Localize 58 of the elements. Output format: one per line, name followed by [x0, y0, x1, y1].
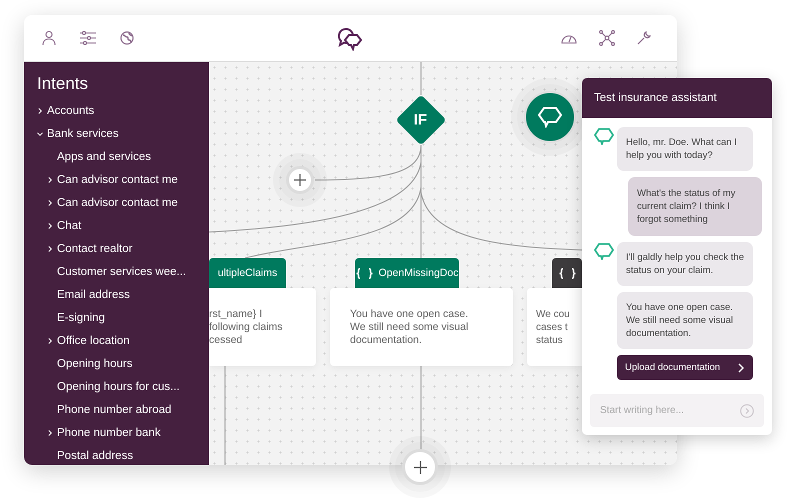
- chevron-right-icon[interactable]: [48, 246, 52, 252]
- card-text: You have one open case. We still need some visual documentation.: [350, 308, 470, 347]
- card-header[interactable]: [552, 258, 582, 288]
- card-text: rst_name} I following claims cessed: [209, 308, 284, 347]
- chevron-right-icon[interactable]: [48, 200, 52, 206]
- intent-item[interactable]: Bank services: [37, 122, 209, 145]
- user-message: What's the status of my current claim? I think I forgot something: [628, 177, 762, 236]
- intent-item[interactable]: Chat: [37, 214, 209, 237]
- bot-message: Hello, mr. Doe. What can I help you with today?: [617, 127, 753, 171]
- chevron-right-icon[interactable]: [48, 430, 52, 436]
- chat-title: Test insurance assistant: [594, 92, 717, 104]
- intent-item[interactable]: Apps and services: [37, 145, 209, 168]
- intent-item[interactable]: Postal address: [37, 444, 209, 465]
- chevron-right-icon[interactable]: [48, 176, 52, 182]
- intent-item[interactable]: Email address: [37, 283, 209, 306]
- bot-message: I'll galdly help you check the status on your claim.: [617, 242, 753, 286]
- card-header[interactable]: ultipleClaims: [209, 258, 286, 288]
- intent-item[interactable]: Phone number abroad: [37, 398, 209, 421]
- braces-icon: [558, 268, 576, 278]
- message-card[interactable]: rst_name} I following claims cessed: [209, 288, 316, 366]
- intent-item[interactable]: Office location: [37, 329, 209, 352]
- chevron-right-icon: [738, 362, 744, 372]
- sliders-icon[interactable]: [80, 31, 96, 45]
- connector-line: [420, 62, 422, 96]
- intent-item[interactable]: Can advisor contact me: [37, 168, 209, 191]
- user-icon[interactable]: [42, 30, 56, 46]
- card-text: We cou cases t status: [536, 308, 571, 347]
- card-header[interactable]: OpenMissingDoc: [355, 258, 459, 288]
- bot-message: You have one open case. We still need some visual documentation.: [617, 292, 753, 349]
- braces-icon: [356, 268, 373, 278]
- intent-item[interactable]: E-signing: [37, 306, 209, 329]
- intent-item[interactable]: Opening hours: [37, 352, 209, 375]
- speech-bubble-icon: [537, 106, 563, 128]
- bot-node[interactable]: [524, 91, 576, 143]
- condition-node[interactable]: IF: [396, 94, 446, 146]
- plus-icon: [294, 174, 306, 186]
- message-card[interactable]: We cou cases t status: [527, 288, 582, 366]
- message-card[interactable]: You have one open case. We still need some visual documentation.: [330, 288, 513, 366]
- upload-button[interactable]: Upload documentation: [617, 355, 753, 380]
- intent-item[interactable]: Contact realtor: [37, 237, 209, 260]
- chevron-right-icon[interactable]: [48, 338, 52, 344]
- chat-bubbles-logo-icon: [337, 27, 363, 51]
- globe-icon[interactable]: [120, 31, 134, 45]
- network-icon[interactable]: [599, 30, 615, 46]
- intent-item[interactable]: Customer services wee...: [37, 260, 209, 283]
- chevron-right-icon[interactable]: [48, 222, 52, 228]
- intent-item[interactable]: Opening hours for cus...: [37, 375, 209, 398]
- add-node-button[interactable]: [402, 449, 438, 485]
- plus-icon: [414, 460, 426, 474]
- wrench-icon[interactable]: [637, 31, 651, 45]
- intent-item[interactable]: Phone number bank: [37, 421, 209, 444]
- sidebar-title: Intents: [37, 74, 90, 95]
- message-input[interactable]: Start writing here...: [590, 394, 764, 427]
- chevron-down-icon[interactable]: [37, 132, 43, 136]
- intent-item[interactable]: Can advisor contact me: [37, 191, 209, 214]
- intent-item[interactable]: Accounts: [37, 99, 209, 122]
- chevron-right-icon[interactable]: [38, 108, 42, 114]
- add-node-button[interactable]: [286, 166, 314, 194]
